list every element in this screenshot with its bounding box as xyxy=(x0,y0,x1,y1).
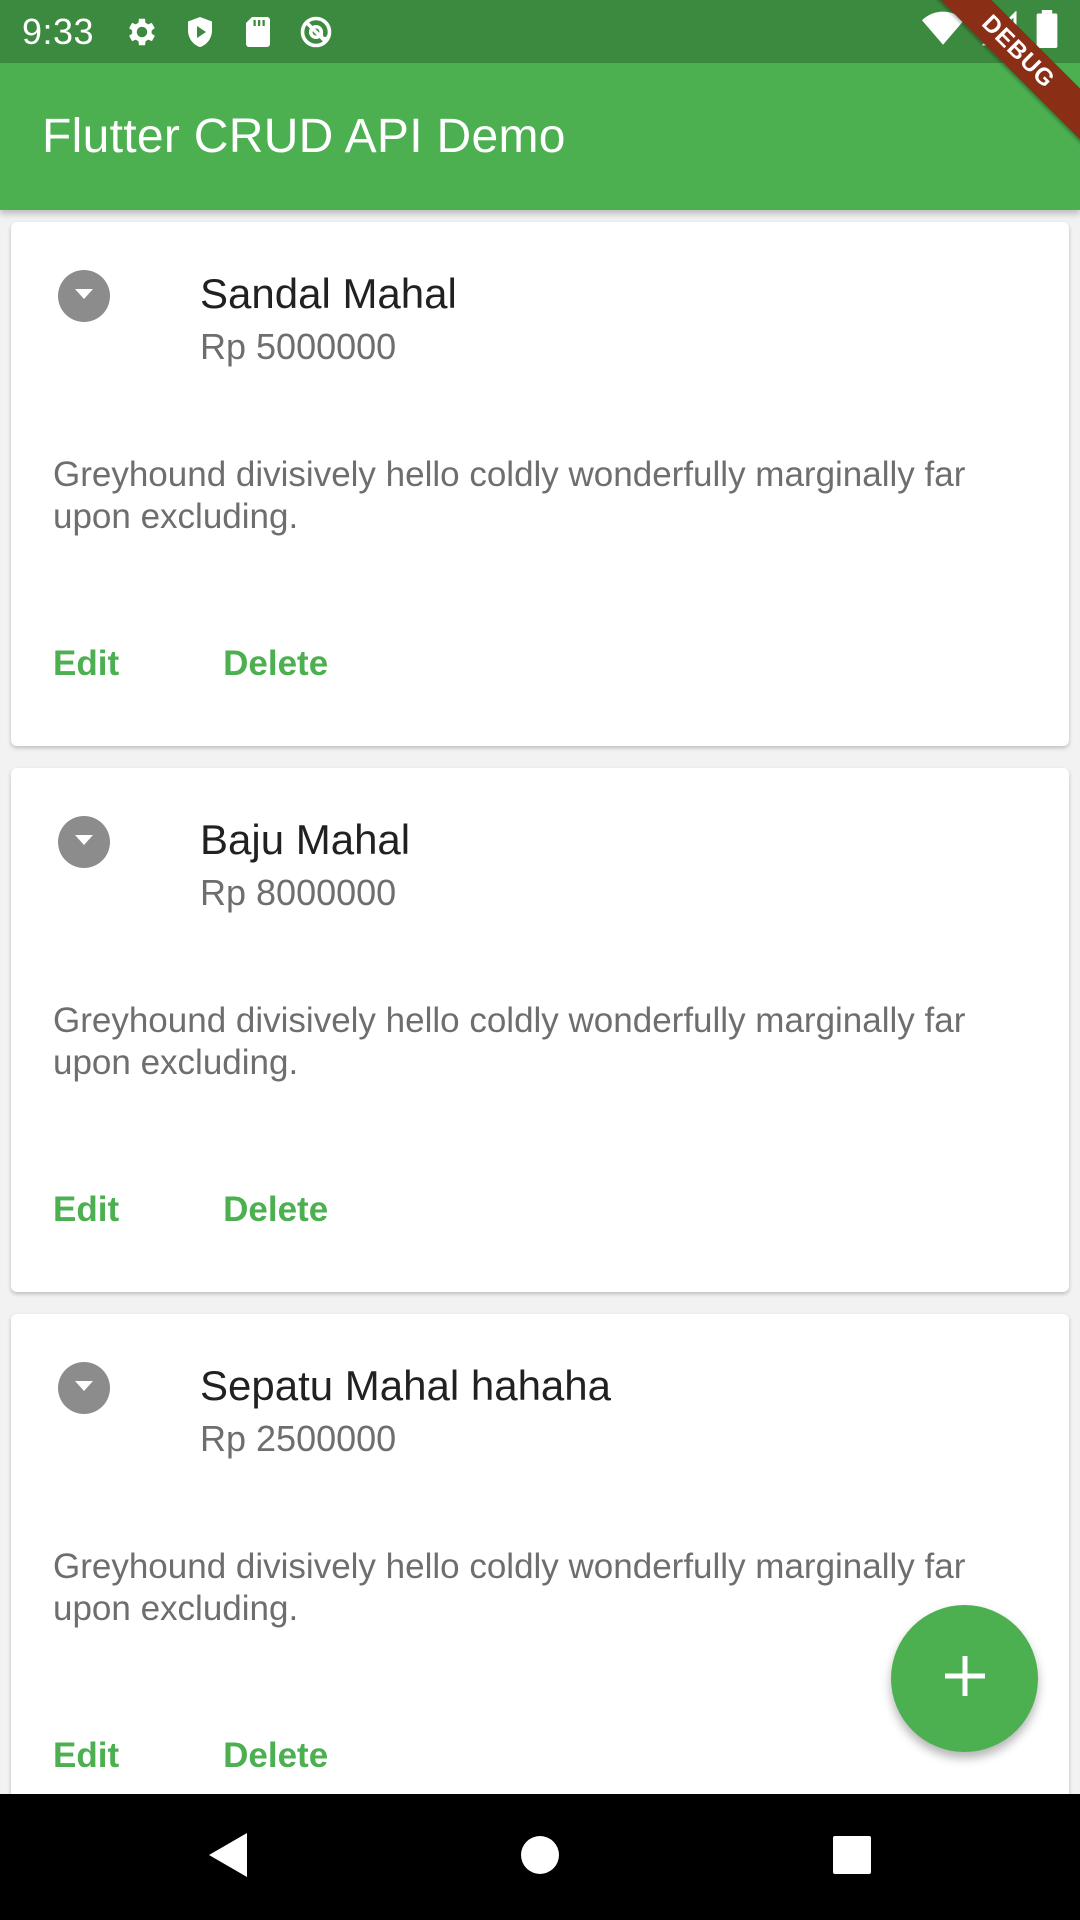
product-price: Rp 2500000 xyxy=(200,1418,397,1459)
product-price: Rp 5000000 xyxy=(200,326,397,367)
status-icons-left xyxy=(124,14,334,50)
chevron-down-icon xyxy=(73,833,95,852)
at-sign-icon xyxy=(298,14,334,50)
product-card: Sandal Mahal Rp 5000000 Greyhound divisi… xyxy=(11,222,1069,746)
edit-button[interactable]: Edit xyxy=(11,634,181,694)
edit-button[interactable]: Edit xyxy=(11,1180,181,1240)
status-bar: 9:33 xyxy=(0,0,1080,63)
product-description: Greyhound divisively hello coldly wonder… xyxy=(53,1001,966,1082)
product-price: Rp 8000000 xyxy=(200,872,397,913)
product-description: Greyhound divisively hello coldly wonder… xyxy=(53,455,966,536)
gear-icon xyxy=(124,14,160,50)
status-time: 9:33 xyxy=(22,10,95,52)
expand-toggle-button[interactable] xyxy=(58,270,110,322)
add-product-button[interactable] xyxy=(891,1605,1038,1752)
product-name: Sepatu Mahal hahaha xyxy=(200,1362,611,1409)
recents-icon xyxy=(832,1835,872,1880)
system-nav-bar xyxy=(0,1794,1080,1920)
chevron-down-icon xyxy=(73,287,95,306)
delete-button[interactable]: Delete xyxy=(181,634,370,694)
app-bar: Flutter CRUD API Demo xyxy=(0,63,1080,210)
card-actions: Edit Delete xyxy=(53,634,370,694)
delete-button[interactable]: Delete xyxy=(181,1726,370,1786)
expand-toggle-button[interactable] xyxy=(58,816,110,868)
home-button[interactable] xyxy=(515,1832,565,1882)
cell-signal-icon xyxy=(982,11,1018,47)
battery-icon xyxy=(1036,10,1058,48)
chevron-down-icon xyxy=(73,1379,95,1398)
delete-button[interactable]: Delete xyxy=(181,1180,370,1240)
product-list[interactable]: Sandal Mahal Rp 5000000 Greyhound divisi… xyxy=(0,210,1080,1794)
shield-play-icon xyxy=(182,14,218,50)
expand-toggle-button[interactable] xyxy=(58,1362,110,1414)
back-icon xyxy=(205,1831,249,1884)
home-icon xyxy=(520,1835,560,1880)
recents-button[interactable] xyxy=(827,1832,877,1882)
card-actions: Edit Delete xyxy=(53,1726,370,1786)
plus-icon xyxy=(943,1654,987,1703)
wifi-icon xyxy=(922,11,964,47)
back-button[interactable] xyxy=(202,1832,252,1882)
status-icons-right xyxy=(922,10,1058,48)
product-description: Greyhound divisively hello coldly wonder… xyxy=(53,1547,966,1628)
product-name: Sandal Mahal xyxy=(200,270,457,317)
product-card: Baju Mahal Rp 8000000 Greyhound divisive… xyxy=(11,768,1069,1292)
product-name: Baju Mahal xyxy=(200,816,411,863)
edit-button[interactable]: Edit xyxy=(11,1726,181,1786)
page-title: Flutter CRUD API Demo xyxy=(42,110,566,163)
sd-card-icon xyxy=(240,14,276,50)
card-actions: Edit Delete xyxy=(53,1180,370,1240)
